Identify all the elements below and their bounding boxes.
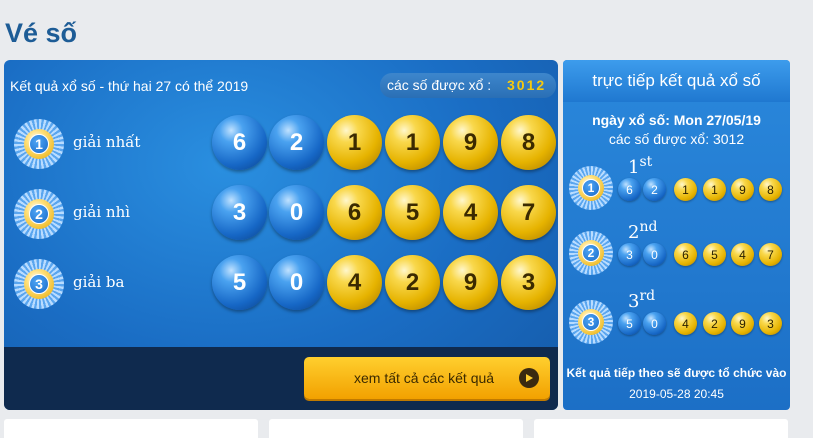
prize-rank: 3 xyxy=(582,313,600,331)
results-footer: xem tất cả các kết quả xyxy=(4,347,558,410)
next-draw-label: Kết quả tiếp theo sẽ được tổ chức vào xyxy=(566,366,787,380)
prize-row: 2 giải nhì 3 0 6 5 4 7 xyxy=(4,185,558,245)
prize-medal-icon: 3 xyxy=(569,300,613,344)
lottery-ball: 9 xyxy=(731,312,754,335)
results-panel: Kết quả xổ số - thứ hai 27 có thể 2019 c… xyxy=(4,60,558,410)
lottery-ball: 4 xyxy=(731,243,754,266)
lottery-ball: 6 xyxy=(618,178,641,201)
ordinal-number: 1 xyxy=(628,157,640,178)
prize-medal-icon: 1 xyxy=(569,166,613,210)
draw-count: các số được xổ: 3012 xyxy=(608,131,745,147)
prize-ordinal: 1st xyxy=(628,154,652,178)
lottery-ball: 9 xyxy=(443,255,498,310)
lottery-ball: 1 xyxy=(674,178,697,201)
prize-rank: 1 xyxy=(29,134,49,154)
prize-row: 3 giải ba 5 0 4 2 9 3 xyxy=(4,255,558,315)
lottery-ball: 0 xyxy=(269,185,324,240)
lottery-ball: 3 xyxy=(618,243,641,266)
prize-medal-icon: 1 xyxy=(14,119,64,169)
prize-label: giải nhất xyxy=(73,133,141,151)
ordinal-number: 2 xyxy=(628,222,640,243)
lottery-ball: 1 xyxy=(385,115,440,170)
ordinal-suffix: st xyxy=(639,154,653,170)
content-card xyxy=(4,419,258,438)
lottery-ball: 5 xyxy=(703,243,726,266)
lottery-ball: 6 xyxy=(674,243,697,266)
drawn-numbers-label: các số được xổ : xyxy=(387,77,492,93)
drawn-numbers-value: 3012 xyxy=(507,77,547,93)
lottery-ball: 2 xyxy=(269,115,324,170)
lottery-ball: 7 xyxy=(759,243,782,266)
lottery-ball: 9 xyxy=(443,115,498,170)
lottery-ball: 3 xyxy=(212,185,267,240)
view-all-results-label: xem tất cả các kết quả xyxy=(354,370,495,386)
prize-ordinal: 3rd xyxy=(628,288,655,312)
lottery-ball: 4 xyxy=(327,255,382,310)
prize-rank: 2 xyxy=(582,244,600,262)
lottery-ball: 4 xyxy=(443,185,498,240)
prize-label: giải ba xyxy=(73,273,125,291)
live-results-panel: trực tiếp kết quả xổ số ngày xổ số: Mon … xyxy=(563,60,790,410)
prize-medal-icon: 2 xyxy=(569,231,613,275)
prize-ordinal: 2nd xyxy=(628,219,657,243)
results-title: Kết quả xổ số - thứ hai 27 có thể 2019 xyxy=(10,78,249,94)
lottery-ball: 3 xyxy=(501,255,556,310)
ordinal-number: 3 xyxy=(628,291,640,312)
lottery-ball: 7 xyxy=(501,185,556,240)
content-card xyxy=(534,419,788,438)
side-prize-row: 1 1st 6 2 1 1 9 8 xyxy=(563,154,790,218)
results-header: Kết quả xổ số - thứ hai 27 có thể 2019 c… xyxy=(4,60,558,110)
prize-label: giải nhì xyxy=(73,203,131,221)
side-prize-row: 2 2nd 3 0 6 5 4 7 xyxy=(563,219,790,283)
live-results-header: trực tiếp kết quả xổ số xyxy=(563,60,790,102)
view-all-results-button[interactable]: xem tất cả các kết quả xyxy=(304,357,550,399)
lottery-ball: 5 xyxy=(618,312,641,335)
prize-medal-icon: 3 xyxy=(14,259,64,309)
lottery-ball: 0 xyxy=(643,243,666,266)
live-results-title: trực tiếp kết quả xổ số xyxy=(592,71,761,90)
lottery-ball: 1 xyxy=(703,178,726,201)
ordinal-suffix: rd xyxy=(639,288,656,304)
lottery-ball: 2 xyxy=(703,312,726,335)
draw-date: ngày xổ số: Mon 27/05/19 xyxy=(592,112,761,128)
play-circle-icon xyxy=(519,368,539,388)
lottery-ball: 6 xyxy=(212,115,267,170)
next-draw-time: 2019-05-28 20:45 xyxy=(629,387,724,401)
prize-medal-icon: 2 xyxy=(14,189,64,239)
lottery-ball: 2 xyxy=(385,255,440,310)
lottery-ball: 6 xyxy=(327,185,382,240)
content-card xyxy=(269,419,523,438)
lottery-ball: 5 xyxy=(385,185,440,240)
ordinal-suffix: nd xyxy=(639,219,658,235)
lottery-ball: 8 xyxy=(759,178,782,201)
lottery-ball: 0 xyxy=(269,255,324,310)
lottery-ball: 9 xyxy=(731,178,754,201)
lottery-ball: 2 xyxy=(643,178,666,201)
prize-rank: 2 xyxy=(29,204,49,224)
lottery-ball: 3 xyxy=(759,312,782,335)
lottery-ball: 8 xyxy=(501,115,556,170)
prize-rank: 1 xyxy=(582,179,600,197)
page-title: Vé số xyxy=(5,18,78,48)
side-prize-row: 3 3rd 5 0 4 2 9 3 xyxy=(563,288,790,352)
lottery-ball: 5 xyxy=(212,255,267,310)
drawn-numbers-badge: các số được xổ : 3012 xyxy=(380,73,556,98)
prize-rank: 3 xyxy=(29,274,49,294)
lottery-ball: 4 xyxy=(674,312,697,335)
prize-row: 1 giải nhất 6 2 1 1 9 8 xyxy=(4,115,558,175)
lottery-ball: 1 xyxy=(327,115,382,170)
lottery-ball: 0 xyxy=(643,312,666,335)
